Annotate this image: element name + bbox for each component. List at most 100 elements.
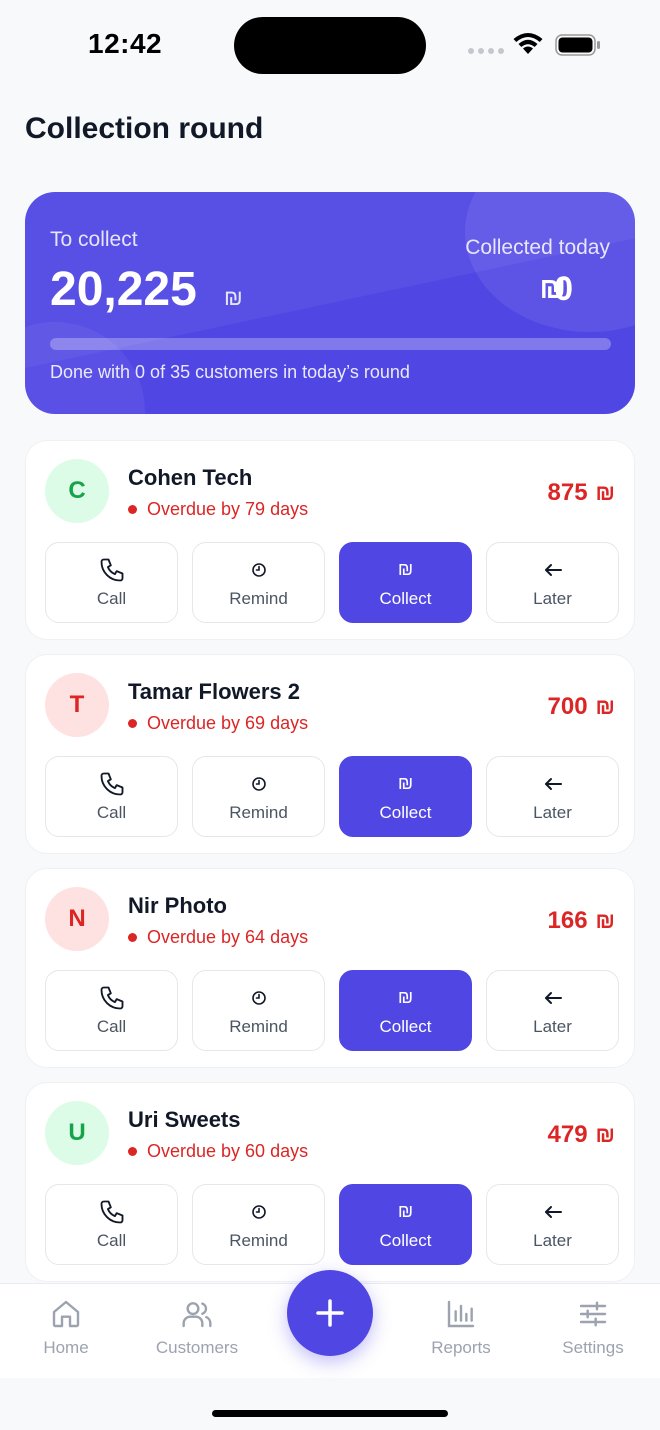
amount-currency: ₪ <box>595 1122 615 1147</box>
summary-card: To collect 20,225 ₪ Collected today 0 ₪ … <box>25 192 635 414</box>
shekel-icon: ₪ <box>397 1201 414 1221</box>
collected-today-currency: ₪ <box>539 272 566 305</box>
round-status-text: Done with 0 of 35 customers in today’s r… <box>50 362 410 382</box>
call-button[interactable]: Call <box>45 756 178 837</box>
amount-value: 479 <box>547 1121 588 1148</box>
remind-label: Remind <box>229 1016 288 1036</box>
status-bar: 12:42 <box>0 0 660 90</box>
overdue-text: Overdue by 69 days <box>147 713 309 733</box>
collect-button[interactable]: ₪ Collect <box>339 1184 472 1265</box>
collect-button[interactable]: ₪ Collect <box>339 970 472 1051</box>
call-button[interactable]: Call <box>45 542 178 623</box>
clock-icon <box>251 1204 266 1219</box>
avatar: T <box>45 673 109 737</box>
phone-icon <box>100 986 123 1009</box>
round-progress-bar <box>50 338 611 350</box>
later-label: Later <box>533 588 572 608</box>
avatar: N <box>45 887 109 951</box>
later-button[interactable]: Later <box>486 756 619 837</box>
sliders-icon <box>579 1301 607 1327</box>
overdue-dot <box>128 933 137 942</box>
shekel-icon: ₪ <box>397 559 414 579</box>
clock-icon <box>251 776 266 791</box>
customer-amount: 479 ₪ <box>548 1121 616 1149</box>
later-button[interactable]: Later <box>486 1184 619 1265</box>
clock-icon <box>251 990 266 1005</box>
page-title: Collection round <box>25 112 264 145</box>
amount-value: 166 <box>547 907 588 934</box>
customer-actions: Call Remind ₪ Collect Later <box>45 756 619 837</box>
customer-card[interactable]: C Cohen Tech Overdue by 79 days 875 ₪ Ca… <box>25 440 635 640</box>
battery-icon <box>555 34 600 56</box>
card-decoration <box>465 192 635 332</box>
customer-amount: 166 ₪ <box>548 907 616 935</box>
home-icon <box>52 1300 80 1328</box>
cellular-signal-icon <box>468 48 504 54</box>
home-indicator[interactable] <box>212 1410 448 1417</box>
overdue-status: Overdue by 79 days <box>128 499 308 520</box>
overdue-status: Overdue by 64 days <box>128 927 308 948</box>
collect-button[interactable]: ₪ Collect <box>339 756 472 837</box>
call-button[interactable]: Call <box>45 970 178 1051</box>
arrow-left-icon <box>544 777 562 790</box>
remind-button[interactable]: Remind <box>192 1184 325 1265</box>
to-collect-label: To collect <box>50 228 138 251</box>
phone-icon <box>100 1200 123 1223</box>
remind-label: Remind <box>229 802 288 822</box>
overdue-dot <box>128 505 137 514</box>
plus-icon <box>316 1299 344 1327</box>
collect-label: Collect <box>379 1230 432 1250</box>
overdue-dot <box>128 1147 137 1156</box>
nav-home[interactable]: Home <box>6 1298 126 1358</box>
remind-button[interactable]: Remind <box>192 542 325 623</box>
call-button[interactable]: Call <box>45 1184 178 1265</box>
add-button[interactable] <box>287 1270 373 1356</box>
customer-card[interactable]: T Tamar Flowers 2 Overdue by 69 days 700… <box>25 654 635 854</box>
shekel-icon: ₪ <box>397 987 414 1007</box>
nav-settings-label: Settings <box>562 1338 624 1357</box>
arrow-left-icon <box>544 1205 562 1218</box>
collected-today-label: Collected today <box>465 236 610 259</box>
overdue-status: Overdue by 60 days <box>128 1141 308 1162</box>
customer-actions: Call Remind ₪ Collect Later <box>45 542 619 623</box>
overdue-status: Overdue by 69 days <box>128 713 308 734</box>
overdue-text: Overdue by 60 days <box>147 1141 309 1161</box>
collect-label: Collect <box>379 802 432 822</box>
nav-settings[interactable]: Settings <box>533 1298 653 1358</box>
call-label: Call <box>96 588 127 608</box>
customer-card[interactable]: U Uri Sweets Overdue by 60 days 479 ₪ Ca… <box>25 1082 635 1282</box>
nav-reports[interactable]: Reports <box>401 1298 521 1358</box>
later-button[interactable]: Later <box>486 970 619 1051</box>
remind-button[interactable]: Remind <box>192 756 325 837</box>
customer-name[interactable]: Tamar Flowers 2 <box>128 679 300 705</box>
bar-chart-icon <box>447 1300 475 1328</box>
wifi-icon <box>513 33 543 54</box>
customer-name[interactable]: Uri Sweets <box>128 1107 241 1133</box>
remind-button[interactable]: Remind <box>192 970 325 1051</box>
remind-label: Remind <box>229 1230 288 1250</box>
collect-label: Collect <box>379 1016 432 1036</box>
later-button[interactable]: Later <box>486 542 619 623</box>
nav-home-label: Home <box>43 1338 89 1357</box>
phone-icon <box>100 558 123 581</box>
customer-amount: 700 ₪ <box>548 693 616 721</box>
avatar: U <box>45 1101 109 1165</box>
later-label: Later <box>533 1230 572 1250</box>
overdue-text: Overdue by 64 days <box>147 927 309 947</box>
clock-icon <box>251 562 266 577</box>
overdue-dot <box>128 719 137 728</box>
customer-amount: 875 ₪ <box>548 479 616 507</box>
customer-card[interactable]: N Nir Photo Overdue by 64 days 166 ₪ Cal… <box>25 868 635 1068</box>
users-icon <box>182 1302 212 1328</box>
call-label: Call <box>96 802 127 822</box>
status-time: 12:42 <box>88 28 163 59</box>
amount-value: 875 <box>547 479 588 506</box>
avatar: C <box>45 459 109 523</box>
arrow-left-icon <box>544 563 562 576</box>
collect-button[interactable]: ₪ Collect <box>339 542 472 623</box>
amount-currency: ₪ <box>595 694 615 719</box>
customer-name[interactable]: Cohen Tech <box>128 465 252 491</box>
customer-name[interactable]: Nir Photo <box>128 893 227 919</box>
nav-reports-label: Reports <box>431 1338 491 1357</box>
nav-customers[interactable]: Customers <box>137 1298 257 1358</box>
